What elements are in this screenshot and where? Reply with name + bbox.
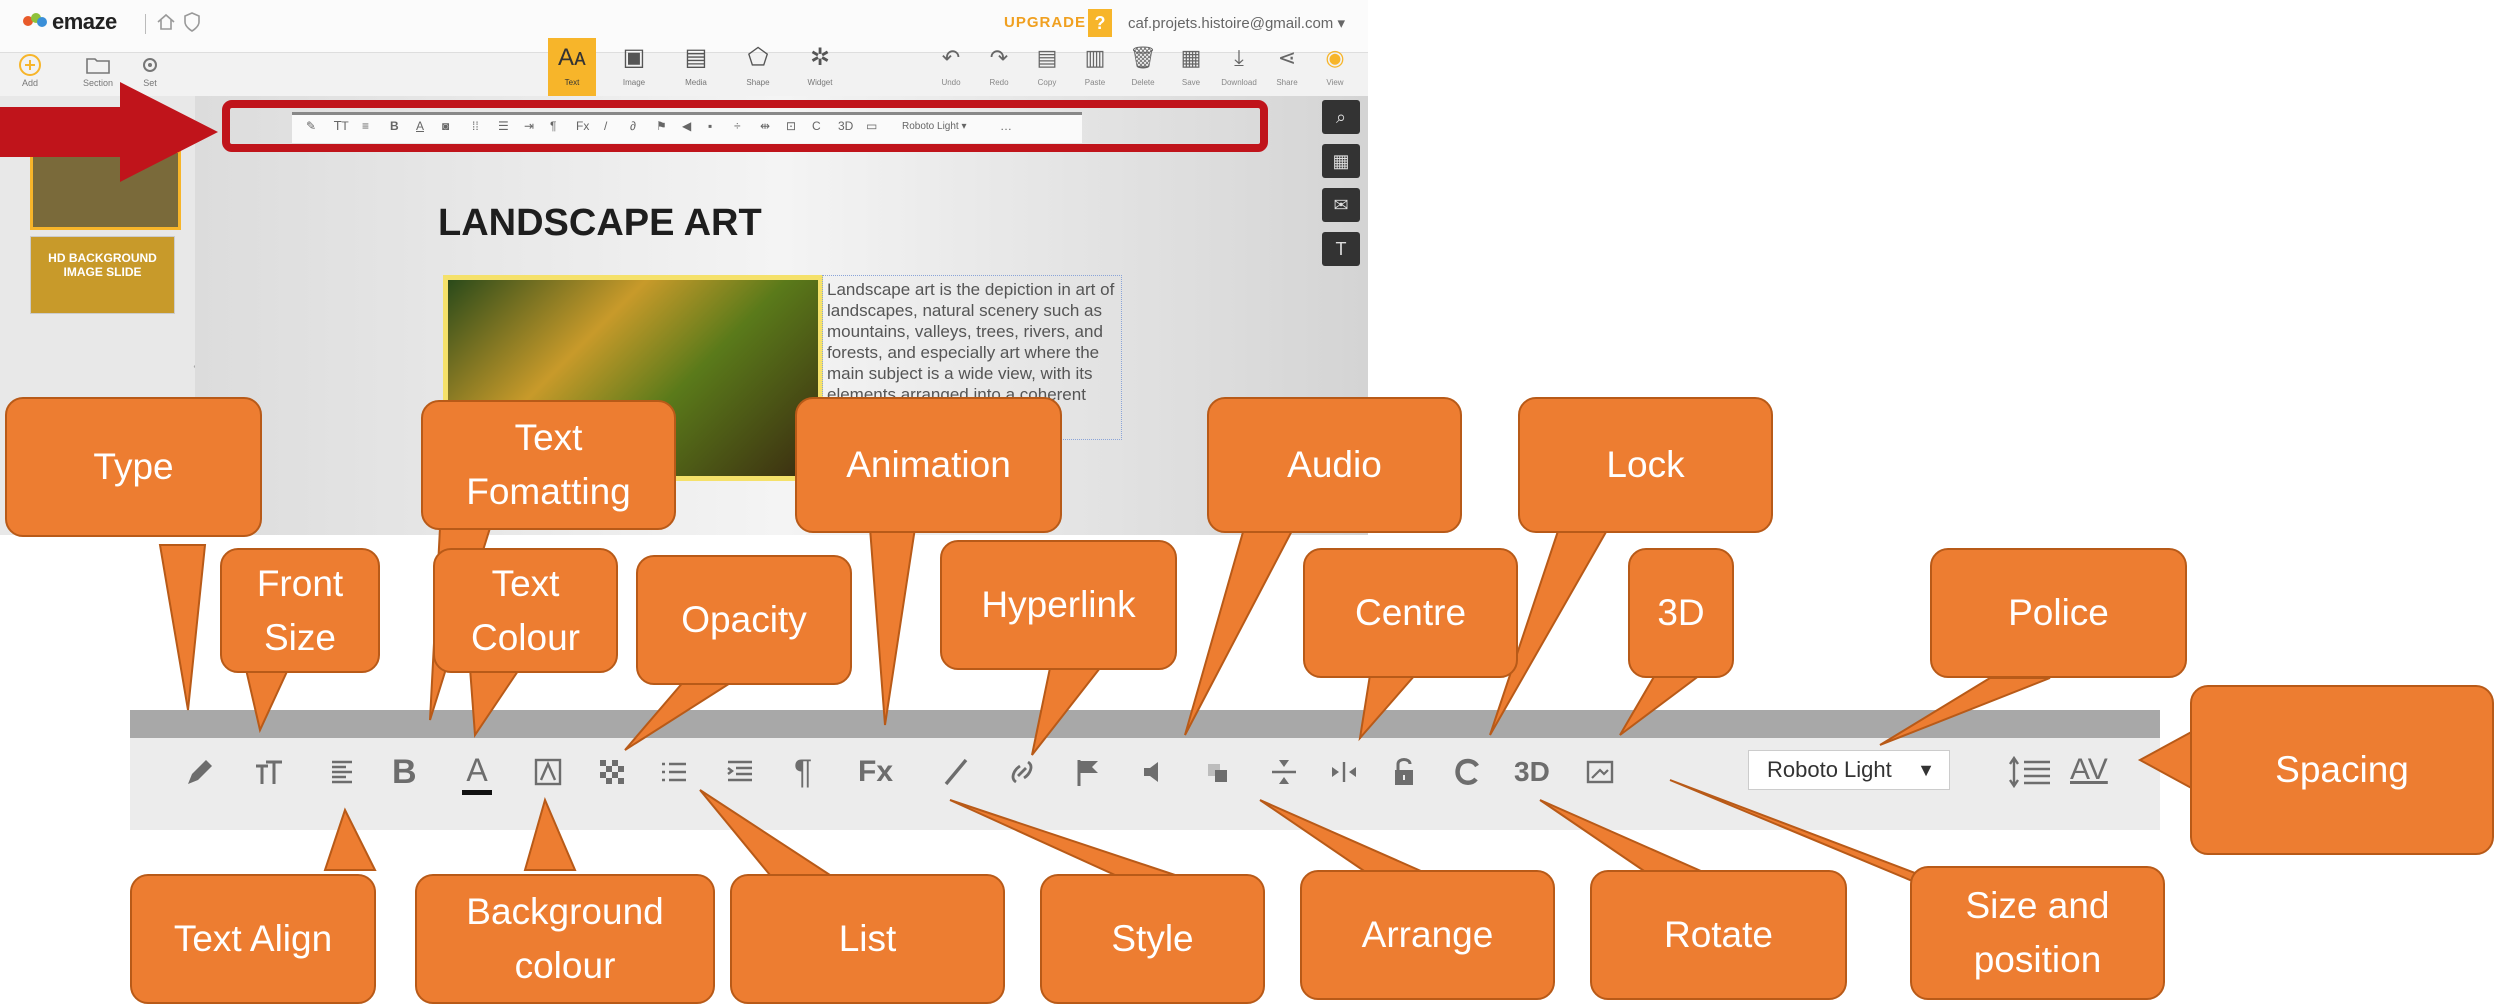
callout-spacing: Spacing bbox=[2190, 685, 2494, 855]
background-colour-pointer bbox=[523, 797, 577, 871]
callout-police: Police bbox=[1930, 548, 2187, 678]
spacing-pointer bbox=[2137, 728, 2196, 792]
callout-animation: Animation bbox=[795, 397, 1062, 533]
police-pointer bbox=[1879, 677, 2051, 746]
callout-style: Style bbox=[1040, 874, 1265, 1004]
hyperlink-pointer bbox=[1031, 667, 1103, 756]
callout-rotate: Rotate bbox=[1590, 870, 1847, 1000]
callout-text-align: Text Align bbox=[130, 874, 376, 1004]
text-colour-pointer bbox=[468, 667, 522, 738]
callout-text-colour: Text Colour bbox=[433, 548, 618, 673]
callout-arrange: Arrange bbox=[1300, 870, 1555, 1000]
callout-opacity: Opacity bbox=[636, 555, 852, 685]
animation-pointer bbox=[868, 527, 917, 726]
text-align-pointer bbox=[323, 807, 377, 871]
front-size-pointer bbox=[243, 664, 292, 734]
callout-lock: Lock bbox=[1518, 397, 1773, 533]
centre-pointer bbox=[1358, 674, 1418, 742]
callout-front-size: Front Size bbox=[220, 548, 380, 673]
callout-hyperlink: Hyperlink bbox=[940, 540, 1177, 670]
rotate-pointer bbox=[1539, 799, 1711, 876]
callout-audio: Audio bbox=[1207, 397, 1462, 533]
list-pointer bbox=[699, 789, 834, 876]
callout-text-formatting: Text Fomatting bbox=[421, 400, 676, 530]
callout-3d: 3D bbox=[1628, 548, 1734, 678]
callout-centre: Centre bbox=[1303, 548, 1518, 678]
style-pointer bbox=[949, 799, 1176, 876]
callout-background-colour: Background colour bbox=[415, 874, 715, 1004]
opacity-pointer bbox=[624, 679, 739, 751]
callout-type: Type bbox=[5, 397, 262, 537]
callout-size-and-position: Size and position bbox=[1910, 866, 2165, 1000]
callout-list: List bbox=[730, 874, 1005, 1004]
audio-pointer bbox=[1184, 524, 1297, 736]
type-pointer bbox=[158, 544, 207, 711]
arrange-pointer bbox=[1259, 799, 1431, 876]
3d-pointer bbox=[1619, 674, 1703, 736]
